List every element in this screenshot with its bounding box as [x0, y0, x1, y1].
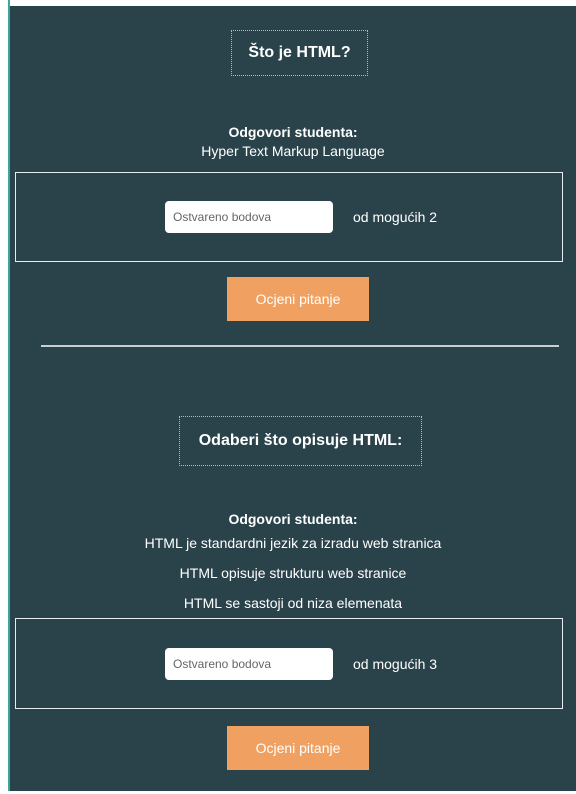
max-points-text: od mogućih 3: [353, 656, 438, 672]
max-points-text: od mogućih 2: [353, 209, 438, 225]
points-input[interactable]: [165, 648, 333, 680]
question-title-text: Što je HTML?: [248, 44, 351, 61]
score-box: od mogućih 3: [15, 618, 563, 709]
student-answer: HTML se sastoji od niza elemenata: [183, 595, 403, 611]
answers-label: Odgovori studenta:: [228, 124, 358, 140]
score-box: od mogućih 2: [15, 172, 563, 262]
question-title: Što je HTML?: [231, 30, 368, 76]
student-answer: Hyper Text Markup Language: [201, 143, 385, 159]
student-answer: HTML je standardni jezik za izradu web s…: [144, 535, 442, 551]
question-divider: [41, 345, 559, 347]
question-title: Odaberi što opisuje HTML:: [179, 416, 422, 466]
student-answer: HTML opisuje strukturu web stranice: [179, 565, 407, 581]
grade-question-button[interactable]: Ocjeni pitanje: [227, 726, 369, 770]
points-input[interactable]: [165, 201, 333, 233]
answers-label: Odgovori studenta:: [228, 511, 358, 527]
grade-question-button[interactable]: Ocjeni pitanje: [227, 277, 369, 321]
question-title-text: Odaberi što opisuje HTML:: [198, 432, 403, 449]
grading-panel: Što je HTML? Odgovori studenta: Hyper Te…: [10, 6, 576, 791]
page-frame: Što je HTML? Odgovori studenta: Hyper Te…: [0, 0, 576, 794]
